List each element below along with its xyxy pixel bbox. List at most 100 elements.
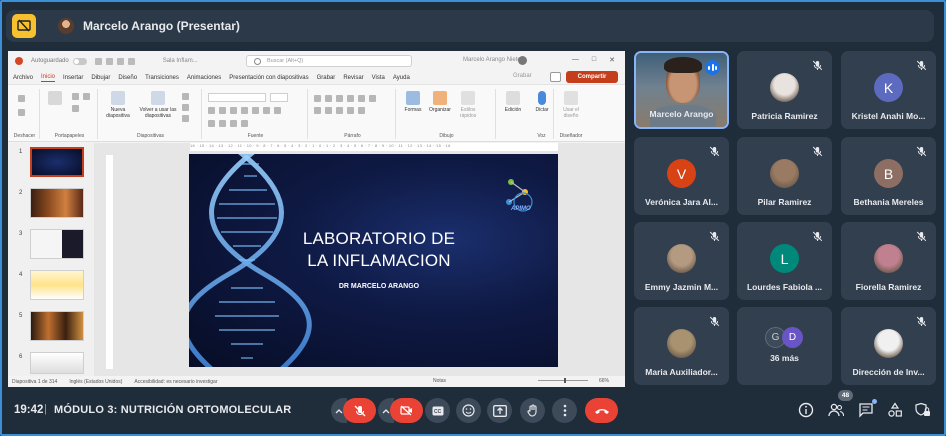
reactions-button[interactable]: [456, 398, 481, 423]
list-buttons[interactable]: [314, 95, 376, 102]
more-vert-icon: [563, 404, 566, 417]
redo-icon[interactable]: [18, 109, 25, 116]
raise-hand-button[interactable]: [520, 398, 545, 423]
captions-button[interactable]: CC: [425, 398, 450, 423]
font-family-select[interactable]: [208, 93, 266, 102]
tab-insertar[interactable]: Insertar: [63, 75, 83, 81]
accessibility-status[interactable]: Accesibilidad: es necesario investigar: [134, 379, 217, 385]
group-label-undo: Deshacer: [13, 133, 36, 139]
participant-tile[interactable]: B Bethania Mereles: [841, 137, 936, 215]
new-slide-button[interactable]: Nueva diapositiva: [102, 91, 134, 119]
autosave-toggle[interactable]: [72, 57, 87, 65]
designer-button[interactable]: Usar el diseño: [556, 91, 586, 119]
maximize-icon[interactable]: □: [592, 56, 596, 64]
apimo-logo-text: APIMO: [511, 206, 531, 212]
reuse-slides-button[interactable]: Volver a usar las diapositivas: [138, 91, 178, 119]
align-buttons[interactable]: [314, 107, 365, 114]
people-icon[interactable]: [828, 402, 844, 418]
tab-presentacion[interactable]: Presentación con diapositivas: [229, 75, 308, 81]
slide-scrollbar[interactable]: [100, 369, 625, 376]
slide-thumbnail[interactable]: [30, 188, 84, 218]
tab-animaciones[interactable]: Animaciones: [187, 75, 221, 81]
thumbnail-scrollbar[interactable]: [94, 143, 100, 376]
participant-tile[interactable]: K Kristel Anahi Mo...: [841, 51, 936, 129]
cut-copy-icons[interactable]: [72, 93, 90, 100]
host-controls-icon[interactable]: [915, 402, 931, 418]
participant-tile[interactable]: L Lourdes Fabiola ...: [737, 222, 832, 300]
chat-unread-dot: [872, 399, 877, 404]
zoom-slider-thumb[interactable]: [564, 378, 566, 383]
current-slide[interactable]: APIMO LABORATORIO DE LA INFLAMACION DR M…: [189, 154, 558, 367]
tab-archivo[interactable]: Archivo: [13, 75, 33, 81]
editing-button[interactable]: Edición: [500, 91, 526, 113]
slide-thumbnail[interactable]: [30, 352, 84, 374]
group-label-font: Fuente: [247, 133, 264, 139]
record-button[interactable]: Grabar: [513, 73, 532, 79]
participant-name: Lourdes Fabiola ...: [746, 282, 823, 292]
tab-grabar[interactable]: Grabar: [317, 75, 336, 81]
participant-tile[interactable]: Maria Auxiliador...: [634, 307, 729, 385]
zoom-level[interactable]: 66%: [599, 378, 609, 384]
font-color-buttons[interactable]: [208, 120, 248, 127]
participant-tile[interactable]: Marcelo Arango: [634, 51, 729, 129]
people-count-badge: 48: [838, 390, 853, 401]
present-now-button[interactable]: [487, 398, 512, 423]
arrange-button[interactable]: Organizar: [426, 91, 454, 113]
zoom-slider[interactable]: [538, 380, 588, 381]
camera-off-button[interactable]: [390, 398, 423, 423]
participant-tile[interactable]: Fiorella Ramirez: [841, 222, 936, 300]
ppt-search-input[interactable]: Buscar (Alt+Q): [246, 55, 412, 67]
dictate-button[interactable]: Dictar: [530, 91, 554, 113]
participant-tile[interactable]: Pilar Ramirez: [737, 137, 832, 215]
layout-buttons[interactable]: [182, 93, 189, 122]
participant-tile[interactable]: V Verónica Jara Al...: [634, 137, 729, 215]
tab-vista[interactable]: Vista: [372, 75, 385, 81]
tab-diseno[interactable]: Diseño: [118, 75, 137, 81]
participant-avatar: B: [874, 159, 903, 188]
quick-styles-button[interactable]: Estilos rápidos: [454, 91, 482, 119]
meeting-info-icon[interactable]: [798, 402, 814, 418]
ppt-user-avatar[interactable]: [518, 56, 527, 65]
activities-icon[interactable]: [887, 402, 903, 418]
leave-call-button[interactable]: [585, 398, 618, 423]
paste-button[interactable]: [48, 91, 62, 107]
mic-muted-icon: [916, 60, 927, 71]
participant-tile[interactable]: G D 36 más: [737, 307, 832, 385]
slide-thumbnail[interactable]: [30, 229, 84, 259]
minimize-icon[interactable]: —: [572, 56, 579, 64]
slide-thumbnail[interactable]: [30, 147, 84, 177]
tab-inicio[interactable]: Inicio: [41, 74, 56, 82]
font-size-select[interactable]: [270, 93, 288, 102]
close-icon[interactable]: ✕: [609, 56, 615, 64]
share-button[interactable]: Compartir: [566, 71, 618, 83]
slide-thumbnail[interactable]: [30, 270, 84, 300]
participant-avatar: [667, 329, 696, 358]
comments-icon[interactable]: [550, 72, 561, 82]
participant-tile[interactable]: Patricia Ramirez: [737, 51, 832, 129]
tab-revisar[interactable]: Revisar: [343, 75, 363, 81]
shapes-button[interactable]: Formas: [400, 91, 426, 113]
more-options-button[interactable]: [552, 398, 577, 423]
language-status[interactable]: Inglés (Estados Unidos): [69, 379, 122, 385]
mic-off-button[interactable]: [343, 398, 376, 423]
notes-button[interactable]: Notas: [433, 378, 446, 384]
participant-tile[interactable]: Emmy Jazmin M...: [634, 222, 729, 300]
chevron-up-icon: [335, 408, 343, 413]
tab-transiciones[interactable]: Transiciones: [145, 75, 179, 81]
presenter-avatar: [58, 18, 74, 34]
stop-presenting-icon[interactable]: [12, 14, 36, 38]
participant-avatar: K: [874, 73, 903, 102]
tab-ayuda[interactable]: Ayuda: [393, 75, 410, 81]
font-style-buttons[interactable]: [208, 107, 281, 114]
format-painter-icon[interactable]: [72, 105, 79, 112]
participant-name: Maria Auxiliador...: [645, 367, 718, 377]
slide-thumbnail[interactable]: [30, 311, 84, 341]
participant-name: Kristel Anahi Mo...: [851, 111, 926, 121]
thumb-number: 5: [19, 313, 23, 319]
slide-count: Diapositiva 1 de 314: [12, 378, 58, 385]
tab-dibujar[interactable]: Dibujar: [91, 75, 110, 81]
undo-icon[interactable]: [18, 95, 25, 102]
participant-name: Emmy Jazmin M...: [644, 282, 719, 292]
chat-icon[interactable]: [858, 402, 874, 418]
participant-tile[interactable]: Dirección de Inv...: [841, 307, 936, 385]
